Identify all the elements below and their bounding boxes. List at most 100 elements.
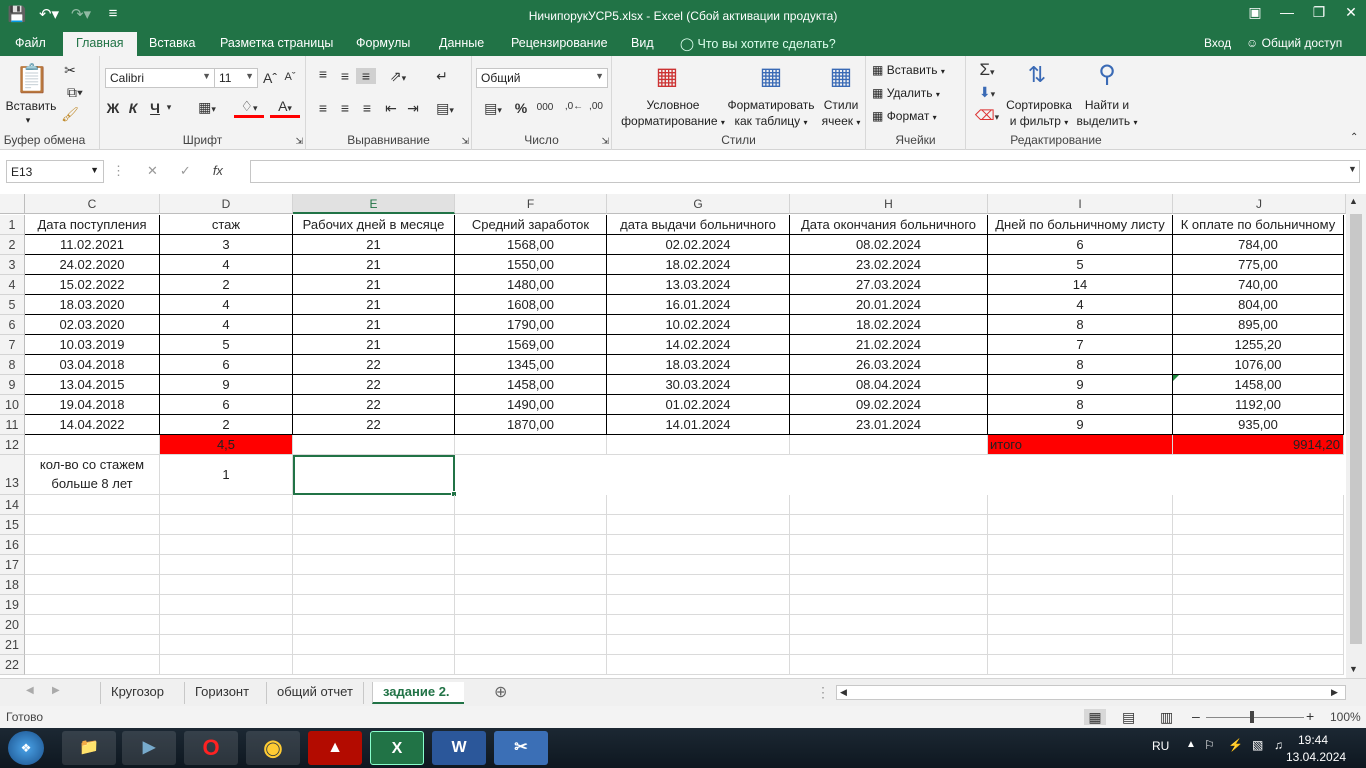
cell[interactable] <box>607 595 790 615</box>
table-cell[interactable]: 18.02.2024 <box>790 315 988 335</box>
table-cell[interactable]: 6 <box>160 355 293 375</box>
cell[interactable] <box>293 515 455 535</box>
table-cell[interactable]: 1255,20 <box>1173 335 1344 355</box>
cell[interactable] <box>988 615 1173 635</box>
borders-icon[interactable]: ▦▾ <box>192 99 222 116</box>
expand-formula-bar-icon[interactable]: ▼ <box>1348 164 1357 174</box>
cell[interactable] <box>455 515 607 535</box>
table-cell[interactable]: 14.02.2024 <box>607 335 790 355</box>
table-cell[interactable]: 4 <box>160 255 293 275</box>
table-cell[interactable]: 18.03.2024 <box>607 355 790 375</box>
cell[interactable] <box>293 655 455 675</box>
table-cell[interactable]: 18.02.2024 <box>607 255 790 275</box>
vertical-scrollbar[interactable]: ▲ ▼ <box>1346 194 1366 678</box>
table-cell[interactable]: 21 <box>293 315 455 335</box>
table-cell[interactable]: 14.01.2024 <box>607 415 790 435</box>
cell[interactable] <box>293 575 455 595</box>
cut-icon[interactable]: ✂ <box>60 62 80 79</box>
wrap-text-icon[interactable]: ↵ <box>432 68 452 85</box>
cell[interactable] <box>455 555 607 575</box>
tab-insert[interactable]: Вставка <box>149 36 195 50</box>
cell[interactable] <box>1173 555 1344 575</box>
cell[interactable] <box>790 575 988 595</box>
cell[interactable] <box>607 535 790 555</box>
tab-home[interactable]: Главная <box>63 32 137 56</box>
table-cell[interactable]: 21 <box>293 275 455 295</box>
table-cell[interactable]: 5 <box>160 335 293 355</box>
cell[interactable] <box>160 535 293 555</box>
clock-date[interactable]: 13.04.2024 <box>1286 750 1346 764</box>
share-button[interactable]: ☺ Общий доступ <box>1246 36 1342 50</box>
row-header[interactable]: 6 <box>0 315 25 335</box>
normal-view-icon[interactable]: ▦ <box>1084 709 1106 725</box>
cell[interactable] <box>607 515 790 535</box>
cell[interactable] <box>25 495 160 515</box>
row-header[interactable]: 5 <box>0 295 25 315</box>
start-button[interactable]: ❖ <box>8 731 44 765</box>
column-header-g[interactable]: G <box>607 194 790 214</box>
table-cell[interactable]: 8 <box>988 395 1173 415</box>
sign-in-link[interactable]: Вход <box>1204 36 1231 50</box>
table-cell[interactable]: 11.02.2021 <box>25 235 160 255</box>
table-cell[interactable]: 10.03.2019 <box>25 335 160 355</box>
tray-expand-icon[interactable]: ▲ <box>1186 739 1196 750</box>
sort-filter-button[interactable]: Сортировка и фильтр ▾ <box>1004 97 1074 131</box>
table-cell[interactable]: 1608,00 <box>455 295 607 315</box>
word-taskbar-icon[interactable]: W <box>432 731 486 765</box>
format-as-table-button[interactable]: Форматировать как таблицу ▾ <box>724 97 818 131</box>
percent-icon[interactable]: % <box>512 100 530 116</box>
align-bottom-icon[interactable]: ≡ <box>356 68 376 84</box>
row-header[interactable]: 11 <box>0 415 25 435</box>
column-header-d[interactable]: D <box>160 194 293 214</box>
column-header-e[interactable]: E <box>293 194 455 214</box>
cell[interactable] <box>607 495 790 515</box>
cell[interactable] <box>1173 575 1344 595</box>
table-cell[interactable]: 9 <box>988 375 1173 395</box>
cell-count-label[interactable]: кол-во со стажем больше 8 лет <box>25 455 160 495</box>
cell[interactable] <box>25 575 160 595</box>
table-cell[interactable]: 21.02.2024 <box>790 335 988 355</box>
table-cell[interactable]: 27.03.2024 <box>790 275 988 295</box>
decrease-indent-icon[interactable]: ⇤ <box>382 100 400 117</box>
conditional-formatting-button[interactable]: Условное форматирование ▾ <box>614 97 732 131</box>
row-header[interactable]: 8 <box>0 355 25 375</box>
page-layout-view-icon[interactable]: ▤ <box>1122 709 1135 726</box>
table-cell[interactable]: 8 <box>988 355 1173 375</box>
cell[interactable] <box>25 595 160 615</box>
table-cell[interactable]: 21 <box>293 235 455 255</box>
table-cell[interactable]: 21 <box>293 335 455 355</box>
cell[interactable] <box>160 575 293 595</box>
table-cell[interactable]: 24.02.2020 <box>25 255 160 275</box>
tab-split-icon[interactable]: ⋮ <box>816 684 830 701</box>
scroll-left-icon[interactable]: ◀ <box>840 687 847 698</box>
increase-font-icon[interactable]: Aˆ <box>262 70 278 86</box>
table-cell[interactable]: 9 <box>160 375 293 395</box>
explorer-taskbar-icon[interactable]: 📁 <box>62 731 116 765</box>
cell[interactable] <box>988 595 1173 615</box>
table-cell[interactable]: 2 <box>160 415 293 435</box>
table-cell[interactable]: 23.01.2024 <box>790 415 988 435</box>
insert-cells-button[interactable]: ▦ Вставить ▾ <box>872 62 945 80</box>
table-cell[interactable]: 2 <box>160 275 293 295</box>
cell[interactable] <box>160 495 293 515</box>
cell[interactable] <box>988 655 1173 675</box>
format-cells-button[interactable]: ▦ Формат ▾ <box>872 108 937 126</box>
font-color-icon[interactable]: A▾ <box>270 98 300 118</box>
font-name-combo[interactable]: Calibri ▼ <box>105 68 215 88</box>
table-cell[interactable]: 935,00 <box>1173 415 1344 435</box>
row-header[interactable]: 21 <box>0 635 25 655</box>
opera-taskbar-icon[interactable]: O <box>184 731 238 765</box>
row-header[interactable]: 12 <box>0 435 25 455</box>
table-cell[interactable]: 03.04.2018 <box>25 355 160 375</box>
cell[interactable] <box>988 535 1173 555</box>
table-cell[interactable]: 13.04.2015 <box>25 375 160 395</box>
table-cell[interactable]: 740,00 <box>1173 275 1344 295</box>
formula-input[interactable] <box>250 160 1360 183</box>
column-header-f[interactable]: F <box>455 194 607 214</box>
table-cell[interactable]: 30.03.2024 <box>607 375 790 395</box>
table-cell[interactable]: 10.02.2024 <box>607 315 790 335</box>
row-header[interactable]: 16 <box>0 535 25 555</box>
bold-button[interactable]: Ж <box>106 100 120 116</box>
table-cell[interactable]: 6 <box>160 395 293 415</box>
next-sheet-icon[interactable]: ▶ <box>52 685 60 696</box>
